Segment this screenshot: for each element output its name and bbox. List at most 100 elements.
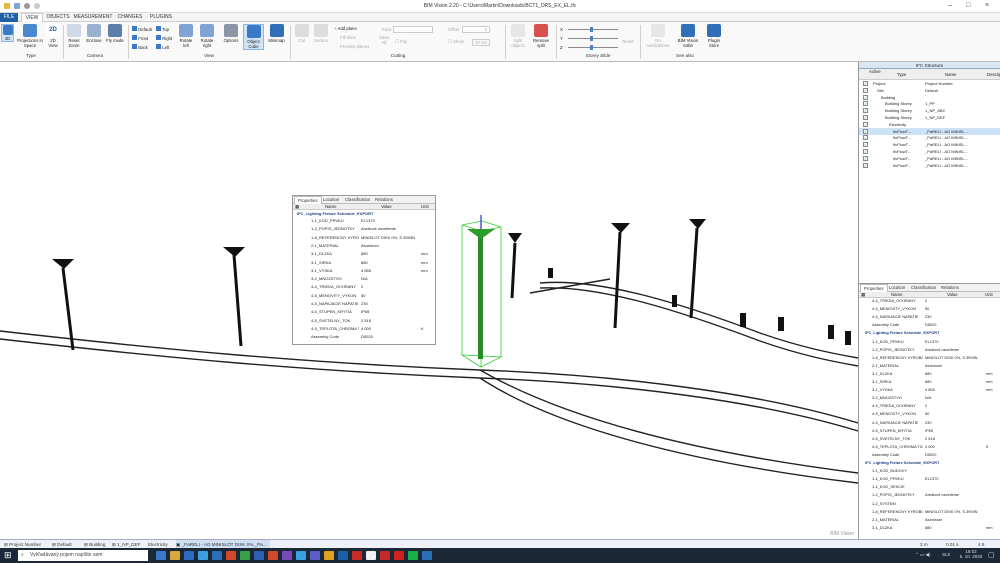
tab-properties[interactable]: Properties <box>294 196 322 204</box>
minimap-button[interactable]: Minimap <box>266 24 287 43</box>
view-back[interactable]: Back <box>132 44 148 50</box>
slider-x[interactable] <box>568 29 618 30</box>
plugin-store-button[interactable]: Plugin Store <box>703 24 725 48</box>
property-row[interactable]: 4-4_TRIEDA_OCHRANY 2 <box>293 284 435 291</box>
property-row[interactable]: 4-5_SVETELNY_TOK 2 518 <box>859 436 1000 443</box>
tab-objects[interactable]: OBJECTS <box>46 13 70 22</box>
property-row[interactable]: 4-5_MENOVITY_VYKON 50 <box>859 411 1000 418</box>
preview-planes-button[interactable]: Preview planes <box>340 44 369 49</box>
clear-all-button[interactable]: Clear All <box>377 35 391 45</box>
onenote-icon[interactable] <box>282 551 292 560</box>
fly-mode-button[interactable]: Fly mode <box>105 24 125 43</box>
teams-icon[interactable] <box>310 551 320 560</box>
bim-vision-64-button[interactable]: BIM Vision 64bit <box>676 24 700 48</box>
property-row[interactable]: 4-5_TEPLOTA_CHROMA TICKOSTI4 000 K <box>293 326 435 333</box>
property-row[interactable]: 2-1_MATERIAL Aluminum <box>859 363 1000 370</box>
step-select[interactable]: 10 cm <box>472 39 490 46</box>
tab-plugins[interactable]: PLUGINS <box>147 13 175 22</box>
active-checkbox[interactable]: ✓ <box>863 162 868 168</box>
view-top[interactable]: Top <box>156 26 169 32</box>
property-row[interactable]: 1-8_REFERENCNY VYROBOKMINISLOT DISK 0%, … <box>859 509 1000 516</box>
property-row[interactable]: 1-1_KOD_PRVKU EL1370 <box>293 218 435 225</box>
active-checkbox[interactable]: ✓ <box>863 94 868 100</box>
slider-y-handle[interactable] <box>590 36 593 41</box>
show-checkbox[interactable]: ☐ Show <box>448 39 464 45</box>
active-checkbox[interactable]: ✓ <box>863 87 868 93</box>
property-row[interactable]: Assembly Code D5020 <box>293 334 435 341</box>
property-row[interactable]: Assembly Code D5020 <box>859 322 1000 329</box>
tab-view[interactable]: VIEW <box>21 13 43 22</box>
taskbar-search[interactable]: ⌕ Vyhľadávaný pojem napíšte sem <box>18 550 148 561</box>
tab-location[interactable]: Location <box>886 284 908 292</box>
property-row[interactable]: 3-1_DLZKA 880 mm <box>859 371 1000 378</box>
active-checkbox[interactable]: ✓ <box>863 115 868 120</box>
property-row[interactable]: 1-2_POPIS_JEDNOTKY Areálové osvetlenie <box>859 347 1000 354</box>
excel-icon[interactable] <box>240 551 250 560</box>
tab-relations[interactable]: Relations <box>938 284 962 292</box>
property-row[interactable]: 4-5_SVETELNY_TOK 2 518 <box>293 318 435 325</box>
cut-button[interactable]: Cut <box>294 24 310 43</box>
file-explorer-icon[interactable] <box>170 551 180 560</box>
section-button[interactable]: Section <box>312 24 330 43</box>
slider-z-handle[interactable] <box>590 45 593 50</box>
property-row[interactable]: 1-8_REFERENCNY VYROBOKMINISLOT DISK 0%, … <box>293 235 435 242</box>
active-checkbox[interactable]: ✓ <box>863 101 868 107</box>
property-row[interactable]: 1-1_KOD_BUDOVY <box>859 468 1000 475</box>
options-button[interactable]: Options <box>221 24 241 43</box>
offset-input[interactable]: 0 <box>462 26 490 33</box>
property-row[interactable]: 1-2_POPIS_JEDNOTKY Areálové osvetlenie <box>293 226 435 233</box>
property-group-header[interactable]: IFC_Lighting Fixture Schedule_EXPORT <box>859 330 1000 337</box>
active-checkbox[interactable]: ✓ <box>863 128 868 134</box>
active-checkbox[interactable]: ✓ <box>863 149 868 154</box>
close-icon[interactable]: × <box>985 2 989 9</box>
2d-view-button[interactable]: 2D 2D View <box>46 24 60 48</box>
view-left[interactable]: Left <box>156 44 169 50</box>
slider-x-handle[interactable] <box>590 27 593 32</box>
clock[interactable]: 16:02 5. 10. 2020 <box>958 549 984 559</box>
maximize-icon[interactable]: □ <box>966 2 970 9</box>
slider-z[interactable] <box>568 47 618 48</box>
property-row[interactable]: 4-5_MENOVITY_VYKON 50 <box>293 293 435 300</box>
revit-icon[interactable] <box>366 551 376 560</box>
property-row[interactable]: 1-2_POPIS_JEDNOTKY Areálové osvetlenie <box>859 492 1000 499</box>
chrome-icon[interactable] <box>324 551 334 560</box>
property-row[interactable]: 1-1_KOD_PRVKU EL1370 <box>859 476 1000 483</box>
app-icon[interactable] <box>422 551 432 560</box>
fill-slice-button[interactable]: Fill Slice <box>340 35 356 40</box>
property-row[interactable]: 3-2_MNOZSTVO N/A <box>859 395 1000 402</box>
property-row[interactable]: Assembly Code D5020 <box>859 452 1000 459</box>
notifications-icon[interactable]: ▢ <box>988 551 995 559</box>
property-row[interactable]: 3-1_VYSKA 4 855 mm <box>859 387 1000 394</box>
property-group-header[interactable]: IFC_Lighting Fixture Schedule_EXPORT <box>859 460 1000 467</box>
property-row[interactable]: 4-5_STUPEN_KRYTIA IP65 <box>859 428 1000 435</box>
autocad-icon[interactable] <box>394 551 404 560</box>
property-row[interactable]: 4-5_STUPEN_KRYTIA IP65 <box>293 309 435 316</box>
active-checkbox[interactable]: ✓ <box>863 108 868 114</box>
autodesk-icon[interactable] <box>352 551 362 560</box>
bim-vision-taskbar-icon[interactable] <box>338 551 348 560</box>
property-row[interactable]: 1-2_SYSTEM <box>859 501 1000 508</box>
flip-checkbox[interactable]: ☐ Flip <box>395 39 407 45</box>
powerpoint-icon[interactable] <box>268 551 278 560</box>
spotify-icon[interactable] <box>408 551 418 560</box>
tab-file[interactable]: FILE <box>0 13 18 22</box>
edge-icon[interactable] <box>198 551 208 560</box>
rotate-left-button[interactable]: Rotate left <box>177 24 195 48</box>
property-row[interactable]: 4-5_NAPAJACIE NAPATIE 230 <box>293 301 435 308</box>
property-row[interactable]: 2-1_MATERIAL Aluminum <box>293 243 435 250</box>
language-indicator[interactable]: SLK <box>942 552 951 557</box>
active-checkbox[interactable]: ✓ <box>863 121 868 127</box>
storey-reset-button[interactable]: Reset <box>620 39 636 44</box>
office-icon[interactable] <box>226 551 236 560</box>
word-icon[interactable] <box>254 551 264 560</box>
tab-relations[interactable]: Relations <box>372 196 396 204</box>
view-default[interactable]: Default <box>132 26 152 32</box>
property-row[interactable]: 3-1_VYSKA 4 855 mm <box>293 268 435 275</box>
tray-icons[interactable]: ⌃ ▭ ◀) <box>915 552 930 558</box>
property-row[interactable]: 3-1_DLZKA 880 mm <box>859 525 1000 532</box>
property-row[interactable]: 3-2_MNOZSTVO N/A <box>293 276 435 283</box>
property-row[interactable]: 3-1_SIRKA 880 mm <box>293 260 435 267</box>
tab-measurement[interactable]: MEASUREMENT <box>73 13 113 22</box>
tab-classification[interactable]: Classification <box>342 196 373 204</box>
store-icon[interactable] <box>212 551 222 560</box>
